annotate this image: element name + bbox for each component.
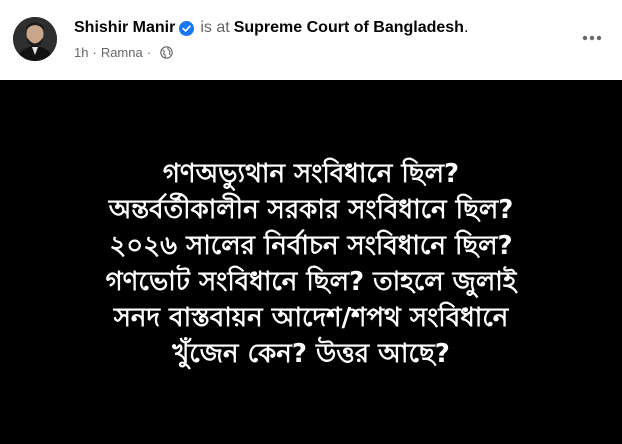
image-text-line: অন্তর্বর্তীকালীন সরকার সংবিধানে ছিল? xyxy=(108,195,514,225)
post-image[interactable]: গণঅভ্যুথান সংবিধানে ছিল? অন্তর্বর্তীকালী… xyxy=(0,80,622,444)
image-text-line: ২০২৬ সালের নির্বাচন সংবিধানে ছিল? xyxy=(109,231,513,261)
post-image-text: গণঅভ্যুথান সংবিধানে ছিল? অন্তর্বর্তীকালী… xyxy=(11,152,611,372)
meta-separator: · xyxy=(92,44,97,60)
post-time[interactable]: 1h xyxy=(74,45,88,60)
author-name[interactable]: Shishir Manir xyxy=(74,19,175,37)
verified-badge-icon xyxy=(179,20,195,36)
is-at-text: is at xyxy=(200,19,230,36)
image-text-line: গণভোট সংবিধানে ছিল? তাহলে জুলাই xyxy=(105,267,517,297)
image-text-line: খুঁজেন কেন? উত্তর আছে? xyxy=(172,339,450,369)
more-options-icon xyxy=(582,35,602,41)
avatar[interactable] xyxy=(13,17,57,61)
meta-separator-2: · xyxy=(146,44,152,60)
post-meta: 1h · Ramna · xyxy=(74,43,173,61)
globe-icon[interactable] xyxy=(160,45,173,59)
post-author-line: Shishir Manir is at Supreme Court of Ban… xyxy=(74,17,468,39)
place-suffix: . xyxy=(463,19,469,36)
more-options-button[interactable] xyxy=(576,22,608,54)
post-location[interactable]: Ramna xyxy=(101,45,143,60)
post-header: Shishir Manir is at Supreme Court of Ban… xyxy=(0,0,622,80)
image-text-line: গণঅভ্যুথান সংবিধানে ছিল? xyxy=(162,159,460,189)
image-text-line: সনদ বাস্তবায়ন আদেশ/শপথ সংবিধানে xyxy=(113,303,509,333)
place-name-link[interactable]: Supreme Court of Bangladesh xyxy=(234,19,464,37)
